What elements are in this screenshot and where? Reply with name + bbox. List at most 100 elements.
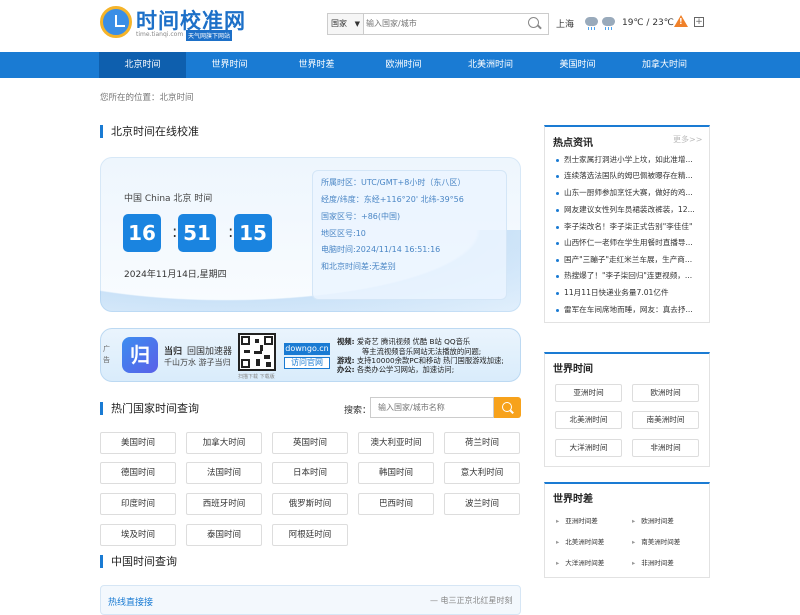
region-button[interactable]: 大洋洲时间 xyxy=(555,439,622,457)
ad-line: 游戏: 支持10000余款PC和移动 热门国服游戏加速; xyxy=(337,356,504,365)
nav-item-europe[interactable]: 欧洲时间 xyxy=(360,52,447,78)
region-diff-link[interactable]: 北美洲时间差 xyxy=(556,536,604,546)
region-button[interactable]: 亚洲时间 xyxy=(555,384,622,402)
qr-code xyxy=(238,333,276,371)
nav-item-beijing[interactable]: 北京时间 xyxy=(99,52,186,78)
section-title-popular: 热门国家时间查询 xyxy=(100,402,199,415)
clock-minutes: 51 xyxy=(178,214,216,252)
section-title-beijing: 北京时间在线校准 xyxy=(100,125,199,138)
region-button[interactable]: 欧洲时间 xyxy=(632,384,699,402)
news-item[interactable]: 连续落选法国队的姆巴佩被曝存在精... xyxy=(556,170,696,181)
ad-domain[interactable]: downgo.cn xyxy=(284,343,330,355)
hot-news-more-link[interactable]: 更多>> xyxy=(673,134,702,145)
country-button[interactable]: 英国时间 xyxy=(272,432,348,454)
region-diff-link[interactable]: 欧洲时间差 xyxy=(632,515,674,525)
news-item[interactable]: 山西怀仁一老师在学生用餐时直播导... xyxy=(556,237,696,248)
region-diff-link[interactable]: 南美洲时间差 xyxy=(632,536,680,546)
world-time-title: 世界时间 xyxy=(553,364,593,375)
clock-date: 2024年11月14日,星期四 xyxy=(124,270,227,280)
country-button[interactable]: 法国时间 xyxy=(186,462,262,484)
ad-logo[interactable]: 归 xyxy=(122,337,158,373)
ad-tag: 广告 xyxy=(103,345,110,364)
news-item[interactable]: 11月11日快递业务量7.01亿件 xyxy=(556,287,696,298)
region-button[interactable]: 北美洲时间 xyxy=(555,411,622,429)
ad-visit-button[interactable]: 访问官网 xyxy=(284,357,330,369)
ad-brand-sub: 回国加速器 xyxy=(187,347,233,357)
country-button[interactable]: 澳大利亚时间 xyxy=(358,432,434,454)
clock-location: 中国 China 北京 时间 xyxy=(124,194,213,204)
country-search-label: 搜索： xyxy=(344,406,372,416)
info-timezone: 所属时区：UTC/GMT+8小时（东八区） xyxy=(321,178,466,187)
news-item[interactable]: 国产"三蹦子"走红米兰车展，生产商... xyxy=(556,254,696,265)
news-item[interactable]: 山东一厨师参加烹饪大赛，做好的鸡... xyxy=(556,187,696,198)
info-time-diff: 和北京时间差:无差别 xyxy=(321,262,396,271)
ad-brand: 当归 xyxy=(164,347,183,357)
country-button[interactable]: 波兰时间 xyxy=(444,493,520,515)
region-button[interactable]: 非洲时间 xyxy=(632,439,699,457)
country-button[interactable]: 德国时间 xyxy=(100,462,176,484)
ad-line: 视频: 爱奇艺 腾讯视频 优酷 B站 QQ音乐 xyxy=(337,337,471,346)
nav-item-world-diff[interactable]: 世界时差 xyxy=(273,52,360,78)
clock-colon: : xyxy=(228,222,234,241)
add-icon[interactable]: + xyxy=(694,17,704,27)
weather-temperature: 19℃ / 23℃ xyxy=(622,18,674,28)
country-button[interactable]: 埃及时间 xyxy=(100,524,176,546)
country-search-input[interactable] xyxy=(370,397,494,418)
country-button[interactable]: 俄罗斯时间 xyxy=(272,493,348,515)
country-button[interactable]: 西班牙时间 xyxy=(186,493,262,515)
news-item[interactable]: 烈士家属打洞进小学上坟，如此准增... xyxy=(556,154,696,165)
breadcrumb: 您所在的位置：北京时间 xyxy=(100,93,194,103)
news-item[interactable]: 热搜爆了！"李子柒回归"连更视频，... xyxy=(556,270,696,281)
logo-subtitle: 天气网旗下网站 xyxy=(186,30,233,41)
weather-city[interactable]: 上海 xyxy=(556,17,574,30)
section-title-china: 中国时间查询 xyxy=(100,555,177,568)
warning-icon[interactable]: ! xyxy=(674,15,688,27)
chevron-down-icon: ▼ xyxy=(354,20,360,28)
country-select-label: 国家 xyxy=(331,19,347,28)
rain-cloud-icon xyxy=(585,17,598,30)
news-item[interactable]: 网友建议女性列车员裙装改裤装，12... xyxy=(556,204,696,215)
info-coordinates: 经度/纬度：东经+116°20' 北纬-39°56 xyxy=(321,195,464,204)
nav-item-world-time[interactable]: 世界时间 xyxy=(186,52,273,78)
country-button[interactable]: 荷兰时间 xyxy=(444,432,520,454)
header-search-input[interactable] xyxy=(366,14,521,34)
nav-item-north-america[interactable]: 北美洲时间 xyxy=(447,52,534,78)
country-button[interactable]: 加拿大时间 xyxy=(186,432,262,454)
region-button[interactable]: 南美洲时间 xyxy=(632,411,699,429)
ad-line: 等主流视频音乐网站无法播放的问题; xyxy=(362,347,482,356)
news-item[interactable]: 李子柒改名！李子柒正式告别"李佳佳" xyxy=(556,221,696,232)
country-button[interactable]: 日本时间 xyxy=(272,462,348,484)
china-link[interactable]: 热线直接接 xyxy=(108,595,153,608)
world-diff-title: 世界时差 xyxy=(553,494,593,505)
info-area-code: 地区区号:10 xyxy=(321,229,366,238)
qr-caption: 扫描下载 下载版 xyxy=(238,374,275,380)
hot-news-title: 热点资讯 xyxy=(553,138,593,149)
nav-item-usa[interactable]: 美国时间 xyxy=(534,52,621,78)
country-button[interactable]: 韩国时间 xyxy=(358,462,434,484)
search-icon[interactable] xyxy=(494,397,521,418)
region-diff-link[interactable]: 非洲时间差 xyxy=(632,557,674,567)
ad-line: 办公: 各类办公学习网站，加速访问; xyxy=(337,365,455,374)
country-button[interactable]: 巴西时间 xyxy=(358,493,434,515)
region-diff-link[interactable]: 大洋洲时间差 xyxy=(556,557,604,567)
rain-cloud-icon xyxy=(602,17,615,30)
country-button[interactable]: 美国时间 xyxy=(100,432,176,454)
logo-clock-icon[interactable] xyxy=(100,6,132,38)
nav-item-canada[interactable]: 加拿大时间 xyxy=(621,52,708,78)
info-computer-time: 电脑时间:2024/11/14 16:51:16 xyxy=(321,245,441,254)
news-item[interactable]: 雷军在车间席地而睡，网友：真去抒... xyxy=(556,304,696,315)
clock-hours: 16 xyxy=(123,214,161,252)
country-button[interactable]: 泰国时间 xyxy=(186,524,262,546)
ad-slogan: 千山万水 游子当归 xyxy=(164,358,231,367)
info-country-code: 国家区号：+86(中国) xyxy=(321,212,401,221)
country-button[interactable]: 阿根廷时间 xyxy=(272,524,348,546)
search-icon[interactable] xyxy=(528,17,539,28)
clock-colon: : xyxy=(172,222,178,241)
china-note: — 电三正京北红星时刻 xyxy=(430,596,513,605)
country-select[interactable]: 国家 ▼ xyxy=(328,14,364,34)
country-button[interactable]: 意大利时间 xyxy=(444,462,520,484)
logo-url: time.tianqi.com xyxy=(136,31,184,38)
region-diff-link[interactable]: 亚洲时间差 xyxy=(556,515,598,525)
clock-seconds: 15 xyxy=(234,214,272,252)
country-button[interactable]: 印度时间 xyxy=(100,493,176,515)
